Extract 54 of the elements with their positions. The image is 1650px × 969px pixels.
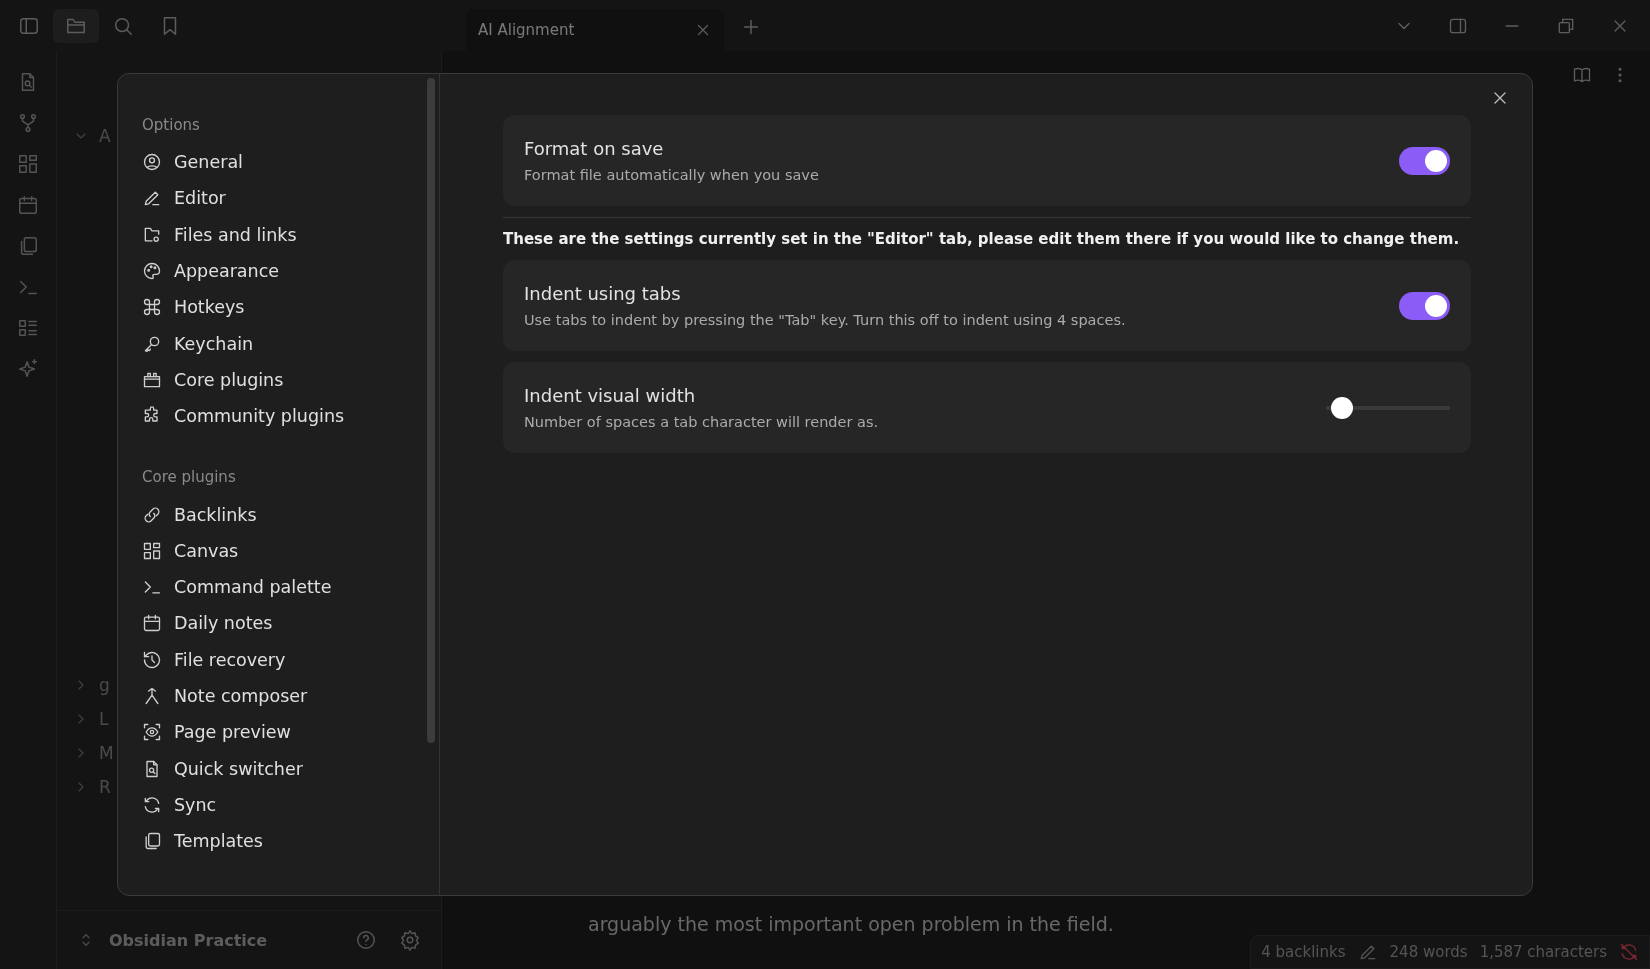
setting-name: Format on save (524, 138, 665, 159)
slider-thumb[interactable] (1331, 396, 1354, 419)
note-text: arguably the most important open problem in the field. (588, 913, 1114, 935)
toggle-switch[interactable] (1399, 291, 1450, 320)
scrollbar-thumb[interactable] (427, 78, 435, 743)
calendar-icon (142, 613, 162, 634)
settings-nav-item[interactable]: Community plugins (142, 398, 439, 435)
help-icon[interactable] (355, 929, 377, 951)
calendar-icon[interactable] (17, 194, 39, 216)
settings-nav-item[interactable]: Sync (142, 786, 439, 824)
settings-nav-item[interactable]: Canvas (142, 532, 439, 569)
link-icon (142, 504, 162, 525)
settings-nav-item[interactable]: Templates (142, 823, 439, 860)
settings-nav-item[interactable]: Files and links (142, 216, 439, 253)
settings-nav-item[interactable]: Quick switcher (142, 750, 439, 787)
settings-nav-item[interactable]: File recovery (142, 641, 439, 678)
settings-nav-item[interactable]: Hotkeys (142, 289, 439, 326)
note-tab[interactable]: AI Alignment (466, 9, 724, 51)
toggle-switch[interactable] (1399, 146, 1450, 175)
character-count: 1,587 characters (1479, 943, 1607, 961)
command-key-icon (142, 297, 162, 318)
user-circle-icon (142, 152, 162, 173)
settings-nav-item[interactable]: Note composer (142, 677, 439, 715)
graph-icon[interactable] (17, 112, 39, 134)
settings-nav-item[interactable]: Daily notes (142, 605, 439, 642)
setting-description: Number of spaces a tab character will render as. (524, 414, 880, 430)
history-icon (142, 649, 162, 670)
setting-description: Format file automatically when you save (524, 167, 820, 183)
settings-nav-item[interactable]: Page preview (142, 714, 439, 751)
settings-nav-item[interactable]: General (142, 144, 439, 181)
section-heading: Options (142, 116, 201, 134)
settings-nav-item[interactable]: Core plugins (142, 361, 439, 399)
setting-name: Indent visual width (524, 385, 697, 406)
settings-nav-item[interactable]: Appearance (142, 252, 439, 290)
settings-nav-item[interactable]: Editor (142, 180, 439, 217)
canvas-icon[interactable] (17, 153, 39, 175)
settings-icon[interactable] (399, 929, 421, 951)
sync-icon (142, 794, 162, 815)
settings-nav-item[interactable]: Command palette (142, 568, 439, 606)
list-icon[interactable] (17, 317, 39, 339)
sync-off-icon[interactable] (1619, 942, 1639, 962)
info-note: These are the settings currently set in the "Editor" tab, please edit them there if you would like to change them. (503, 230, 1461, 248)
folder-icon[interactable] (53, 8, 99, 43)
eye-icon (142, 722, 162, 743)
setting-name: Indent using tabs (524, 283, 682, 304)
section-heading: Core plugins (142, 468, 237, 487)
setting-description: Use tabs to indent by pressing the "Tab" key. Turn this off to indent using 4 spaces. (524, 312, 1127, 328)
canvas-icon (142, 540, 162, 561)
book-icon[interactable] (1572, 65, 1592, 85)
settings-nav-item[interactable]: Backlinks (142, 496, 439, 533)
word-count: 248 words (1389, 943, 1468, 961)
palette-icon (142, 261, 162, 282)
settings-nav-item[interactable]: Keychain (142, 325, 439, 362)
sparkle-icon[interactable] (17, 358, 39, 380)
